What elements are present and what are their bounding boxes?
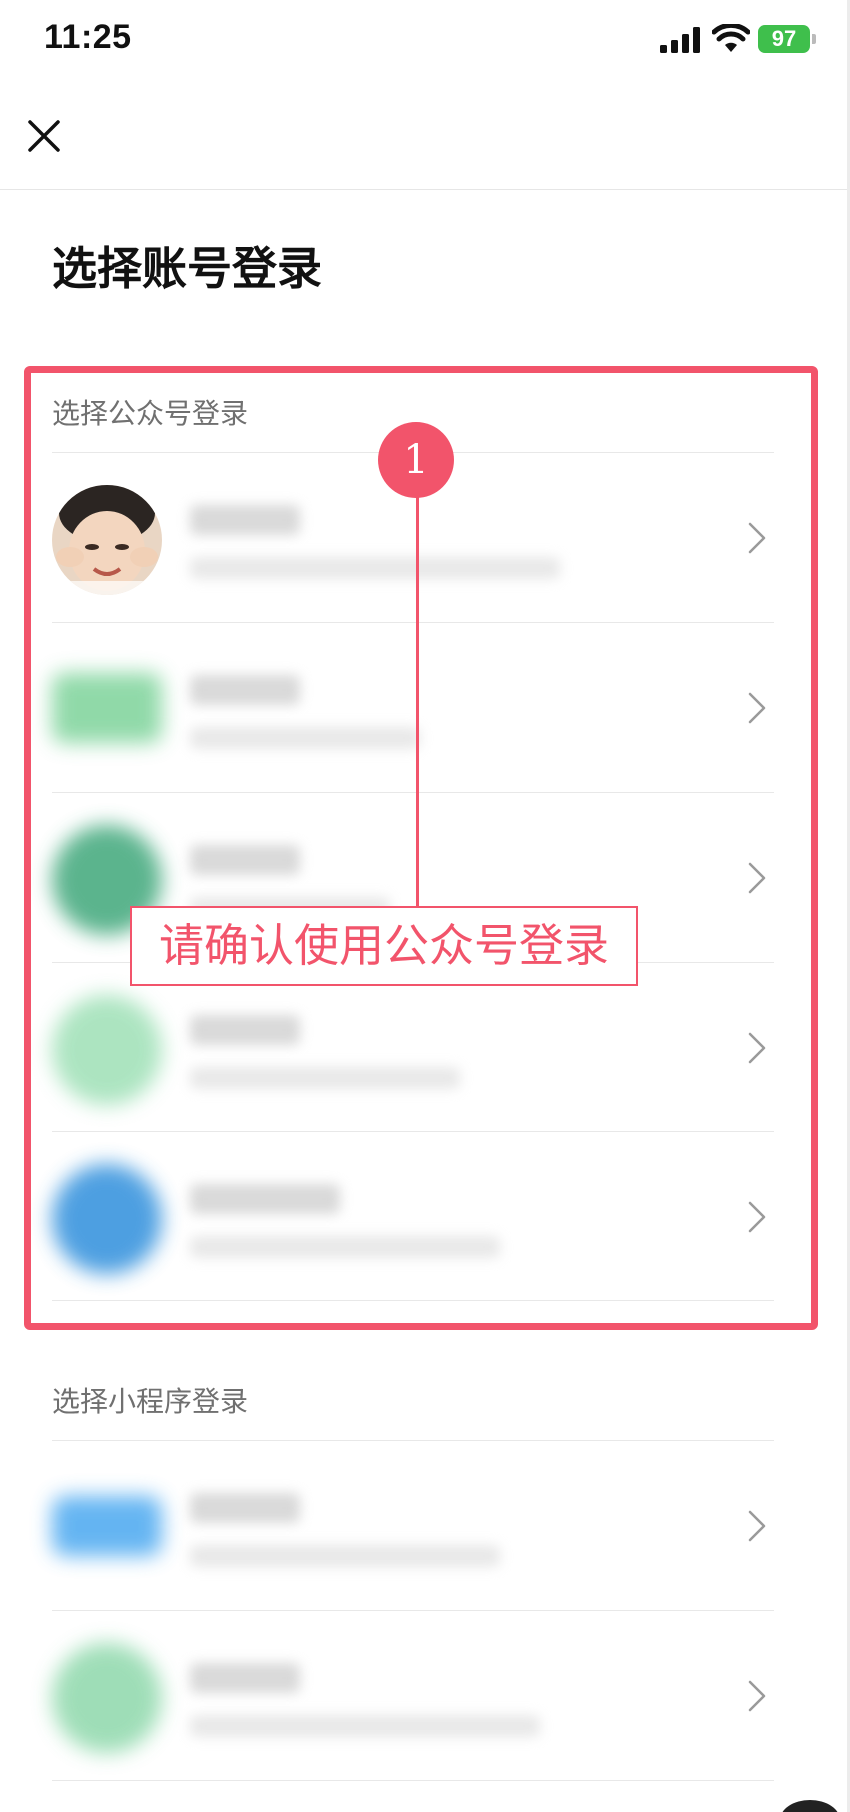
battery-icon: 97 bbox=[758, 25, 810, 53]
account-name-redacted bbox=[190, 1015, 300, 1045]
chevron-right-icon bbox=[748, 522, 766, 554]
official-accounts-label: 选择公众号登录 bbox=[52, 397, 249, 430]
account-desc-redacted bbox=[190, 727, 420, 749]
account-name-redacted bbox=[190, 505, 300, 535]
chevron-right-icon bbox=[748, 1680, 766, 1712]
annotation-label: 请确认使用公众号登录 bbox=[130, 906, 638, 986]
nav-bar bbox=[0, 80, 850, 190]
avatar bbox=[52, 1643, 162, 1753]
signal-icon bbox=[660, 27, 700, 53]
account-name-redacted bbox=[190, 1184, 340, 1214]
floating-button-edge bbox=[780, 1800, 840, 1812]
battery-level: 97 bbox=[771, 26, 797, 51]
status-bar: 11:25 97 bbox=[0, 0, 850, 80]
wifi-icon bbox=[712, 24, 750, 52]
official-account-row[interactable] bbox=[0, 1132, 790, 1300]
program-desc-redacted bbox=[190, 1545, 500, 1567]
annotation-callout-line bbox=[416, 490, 419, 908]
avatar bbox=[52, 1164, 162, 1274]
chevron-right-icon bbox=[748, 1032, 766, 1064]
avatar bbox=[52, 995, 162, 1105]
account-desc-redacted bbox=[190, 1067, 460, 1089]
account-name-redacted bbox=[190, 845, 300, 875]
mini-programs-label: 选择小程序登录 bbox=[52, 1385, 249, 1418]
account-name-redacted bbox=[190, 675, 300, 705]
battery-cap bbox=[812, 34, 816, 44]
page-title: 选择账号登录 bbox=[52, 242, 323, 295]
program-desc-redacted bbox=[190, 1715, 540, 1737]
avatar bbox=[52, 1496, 162, 1556]
program-name-redacted bbox=[190, 1663, 300, 1693]
chevron-right-icon bbox=[748, 1201, 766, 1233]
official-account-row[interactable] bbox=[0, 623, 790, 791]
row-divider bbox=[52, 1780, 774, 1781]
avatar bbox=[52, 485, 162, 595]
chevron-right-icon bbox=[748, 692, 766, 724]
official-account-row[interactable] bbox=[0, 963, 790, 1131]
row-divider bbox=[52, 1300, 774, 1301]
chevron-right-icon bbox=[748, 1510, 766, 1542]
program-name-redacted bbox=[190, 1493, 300, 1523]
close-icon[interactable] bbox=[18, 110, 70, 162]
annotation-step-badge: 1 bbox=[378, 422, 454, 498]
account-desc-redacted bbox=[190, 1236, 500, 1258]
avatar bbox=[52, 673, 162, 743]
mini-program-row[interactable] bbox=[0, 1611, 790, 1779]
status-time: 11:25 bbox=[44, 18, 132, 56]
account-desc-redacted bbox=[190, 557, 560, 579]
mini-program-row[interactable] bbox=[0, 1441, 790, 1609]
chevron-right-icon bbox=[748, 862, 766, 894]
